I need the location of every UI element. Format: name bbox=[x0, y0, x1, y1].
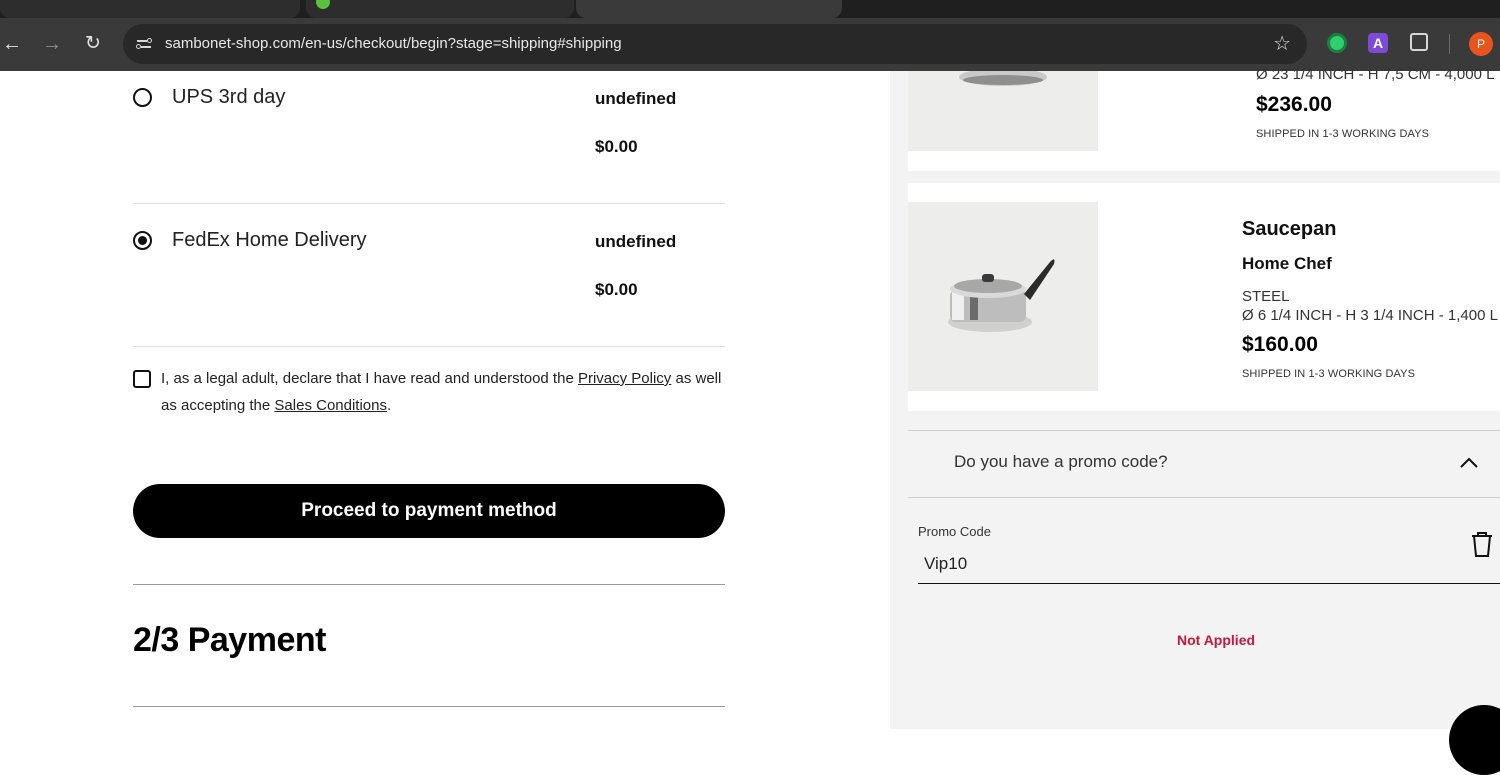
consent-checkbox[interactable] bbox=[133, 370, 151, 388]
shipping-option-eta: undefined bbox=[595, 232, 677, 251]
divider bbox=[133, 584, 725, 585]
shipping-radio-ups[interactable] bbox=[133, 88, 152, 107]
shipping-note: SHIPPED IN 1-3 WORKING DAYS bbox=[1256, 128, 1430, 140]
back-arrow-icon[interactable]: ← bbox=[0, 32, 24, 56]
shipping-option-price: $0.00 bbox=[595, 137, 638, 156]
sales-conditions-link[interactable]: Sales Conditions bbox=[274, 397, 387, 414]
site-settings-icon[interactable] bbox=[135, 35, 153, 53]
extension-letter-icon[interactable]: A bbox=[1368, 33, 1388, 53]
divider bbox=[133, 346, 725, 347]
product-dimensions: Ø 6 1/4 INCH - H 3 1/4 INCH - 1,400 L bbox=[1242, 307, 1498, 324]
toolbar-divider bbox=[1449, 34, 1450, 54]
product-dimensions: Ø 23 1/4 INCH - H 7,5 CM - 4,000 L bbox=[1256, 66, 1495, 83]
shipping-radio-fedex[interactable] bbox=[133, 231, 152, 250]
extension-icon[interactable] bbox=[1327, 33, 1347, 53]
promo-code-label: Promo Code bbox=[918, 524, 991, 539]
shipping-option-name[interactable]: FedEx Home Delivery bbox=[172, 229, 367, 252]
consent-suffix: . bbox=[387, 397, 392, 414]
tab-favicon-icon bbox=[316, 0, 330, 9]
pan-image-icon bbox=[959, 68, 1047, 86]
promo-status: Not Applied bbox=[1177, 632, 1256, 648]
browser-tab-active[interactable] bbox=[576, 0, 842, 18]
product-image bbox=[908, 68, 1098, 151]
consent-text: I, as a legal adult, declare that I have… bbox=[161, 365, 731, 419]
chevron-up-icon[interactable] bbox=[1459, 455, 1479, 469]
product-price: $160.00 bbox=[1242, 333, 1318, 356]
saucepan-image-icon bbox=[948, 259, 1055, 332]
shipping-option-name[interactable]: UPS 3rd day bbox=[172, 86, 285, 109]
reload-icon[interactable]: ↻ bbox=[81, 32, 105, 56]
divider bbox=[908, 430, 1500, 431]
product-material: STEEL bbox=[1242, 288, 1290, 305]
shipping-option-eta: undefined bbox=[595, 89, 677, 108]
product-image bbox=[908, 202, 1098, 391]
promo-toggle[interactable]: Do you have a promo code? bbox=[954, 452, 1168, 472]
divider bbox=[908, 497, 1500, 498]
address-bar[interactable]: sambonet-shop.com/en-us/checkout/begin?s… bbox=[123, 24, 1307, 64]
tab-strip bbox=[0, 0, 1500, 18]
trash-icon[interactable] bbox=[1470, 531, 1494, 558]
shipping-note: SHIPPED IN 1-3 WORKING DAYS bbox=[1242, 368, 1416, 380]
divider bbox=[133, 203, 725, 204]
browser-tab[interactable] bbox=[0, 0, 300, 18]
bookmark-star-icon[interactable]: ☆ bbox=[1273, 31, 1291, 56]
product-price: $236.00 bbox=[1256, 93, 1332, 116]
browser-toolbar: ← → ↻ sambonet-shop.com/en-us/checkout/b… bbox=[0, 18, 1500, 71]
product-name: Saucepan bbox=[1242, 218, 1337, 240]
extensions-puzzle-icon[interactable] bbox=[1410, 33, 1428, 51]
payment-step-title: 2/3 Payment bbox=[133, 621, 326, 659]
browser-tab[interactable] bbox=[306, 0, 574, 18]
proceed-to-payment-button[interactable]: Proceed to payment method bbox=[133, 484, 725, 538]
consent-prefix: I, as a legal adult, declare that I have… bbox=[161, 370, 578, 387]
product-collection: Home Chef bbox=[1242, 254, 1332, 273]
divider bbox=[133, 706, 725, 707]
url-text[interactable]: sambonet-shop.com/en-us/checkout/begin?s… bbox=[165, 35, 622, 52]
promo-code-input[interactable] bbox=[918, 545, 1500, 584]
privacy-policy-link[interactable]: Privacy Policy bbox=[578, 370, 671, 387]
profile-avatar[interactable]: P bbox=[1469, 32, 1493, 56]
shipping-option-price: $0.00 bbox=[595, 280, 638, 299]
forward-arrow-icon[interactable]: → bbox=[40, 32, 64, 56]
